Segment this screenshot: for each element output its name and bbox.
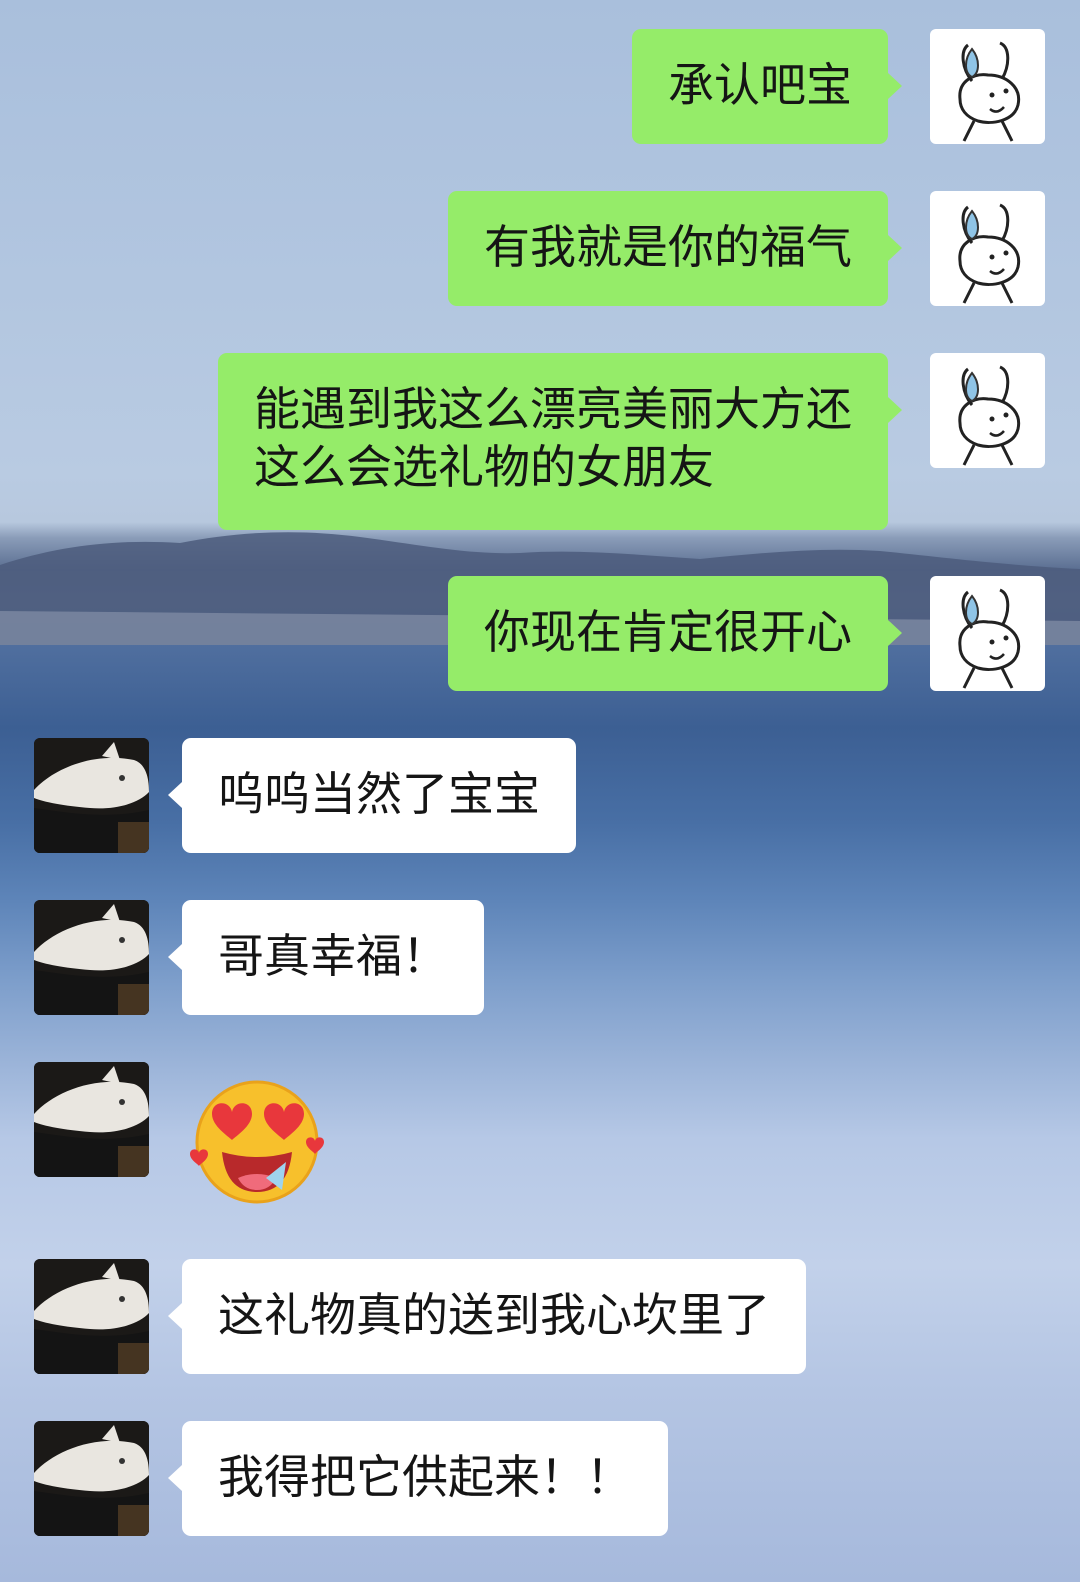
white-cat-icon <box>34 1062 149 1177</box>
white-cat-icon <box>34 900 149 1015</box>
chat-message-list[interactable]: 承认吧宝 有我就是你的福气 能遇到我这么漂亮美丽大方还 这么会选礼物的女朋友 你… <box>0 0 1080 1582</box>
outgoing-message-bubble[interactable]: 你现在肯定很开心 <box>448 576 902 691</box>
outgoing-message-bubble[interactable]: 能遇到我这么漂亮美丽大方还 这么会选礼物的女朋友 <box>218 353 902 530</box>
message-text-line: 能遇到我这么漂亮美丽大方还 <box>254 382 852 436</box>
message-text: 承认吧宝 <box>668 58 852 112</box>
message-text: 这礼物真的送到我心坎里了 <box>218 1288 770 1342</box>
message-text: 我得把它供起来！！ <box>218 1450 632 1504</box>
my-avatar[interactable] <box>930 576 1045 691</box>
bunny-icon <box>958 41 1021 142</box>
friend-avatar[interactable] <box>34 900 149 1015</box>
my-avatar[interactable] <box>930 353 1045 468</box>
friend-avatar[interactable] <box>34 1421 149 1536</box>
message-text: 你现在肯定很开心 <box>484 605 852 659</box>
incoming-message-bubble[interactable]: 呜呜当然了宝宝 <box>168 738 576 853</box>
friend-avatar[interactable] <box>34 1062 149 1177</box>
outgoing-message-bubble[interactable]: 有我就是你的福气 <box>448 191 902 306</box>
incoming-message-bubble[interactable]: 我得把它供起来！！ <box>168 1421 668 1536</box>
my-avatar[interactable] <box>930 29 1045 144</box>
white-cat-icon <box>34 738 149 853</box>
outgoing-message-bubble[interactable]: 承认吧宝 <box>632 29 902 144</box>
message-text: 呜呜当然了宝宝 <box>218 767 540 821</box>
incoming-message-bubble[interactable]: 哥真幸福！ <box>168 900 484 1015</box>
heart-eyes-emoji-icon[interactable] <box>182 1078 332 1206</box>
white-cat-icon <box>34 1421 149 1536</box>
friend-avatar[interactable] <box>34 738 149 853</box>
bunny-icon <box>958 588 1021 689</box>
bunny-icon <box>958 365 1021 466</box>
white-cat-icon <box>34 1259 149 1374</box>
friend-avatar[interactable] <box>34 1259 149 1374</box>
incoming-message-bubble[interactable]: 这礼物真的送到我心坎里了 <box>168 1259 806 1374</box>
bunny-icon <box>958 203 1021 304</box>
message-text: 有我就是你的福气 <box>484 220 852 274</box>
message-text: 哥真幸福！ <box>218 929 448 983</box>
message-text-line: 这么会选礼物的女朋友 <box>254 440 714 494</box>
my-avatar[interactable] <box>930 191 1045 306</box>
